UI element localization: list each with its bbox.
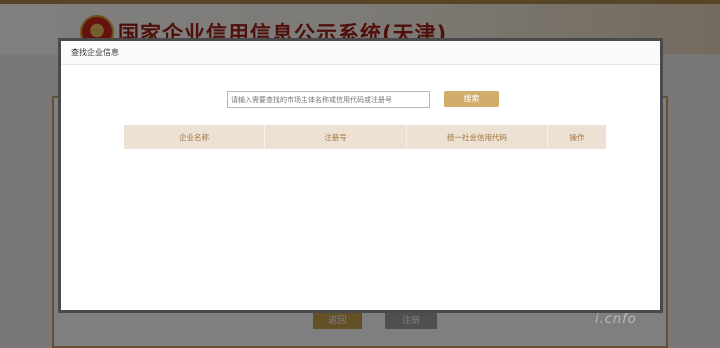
search-button[interactable]: 搜索 xyxy=(444,91,499,107)
dialog-title: 查找企业信息 xyxy=(61,41,660,65)
table-header-row: 企业名称 注册号 统一社会信用代码 操作 xyxy=(124,125,606,149)
column-header-company-name[interactable]: 企业名称 xyxy=(124,125,265,149)
results-table: 企业名称 注册号 统一社会信用代码 操作 xyxy=(124,125,606,149)
column-header-registration-number[interactable]: 注册号 xyxy=(264,125,407,149)
find-company-dialog: 查找企业信息 搜索 企业名称 注册号 统一社会信用代码 操作 xyxy=(58,38,663,313)
watermark: i.cnfo xyxy=(595,312,637,327)
search-row: 搜索 xyxy=(61,91,660,111)
column-header-credit-code[interactable]: 统一社会信用代码 xyxy=(406,125,548,149)
search-input[interactable] xyxy=(227,91,430,108)
column-header-actions[interactable]: 操作 xyxy=(547,125,606,149)
